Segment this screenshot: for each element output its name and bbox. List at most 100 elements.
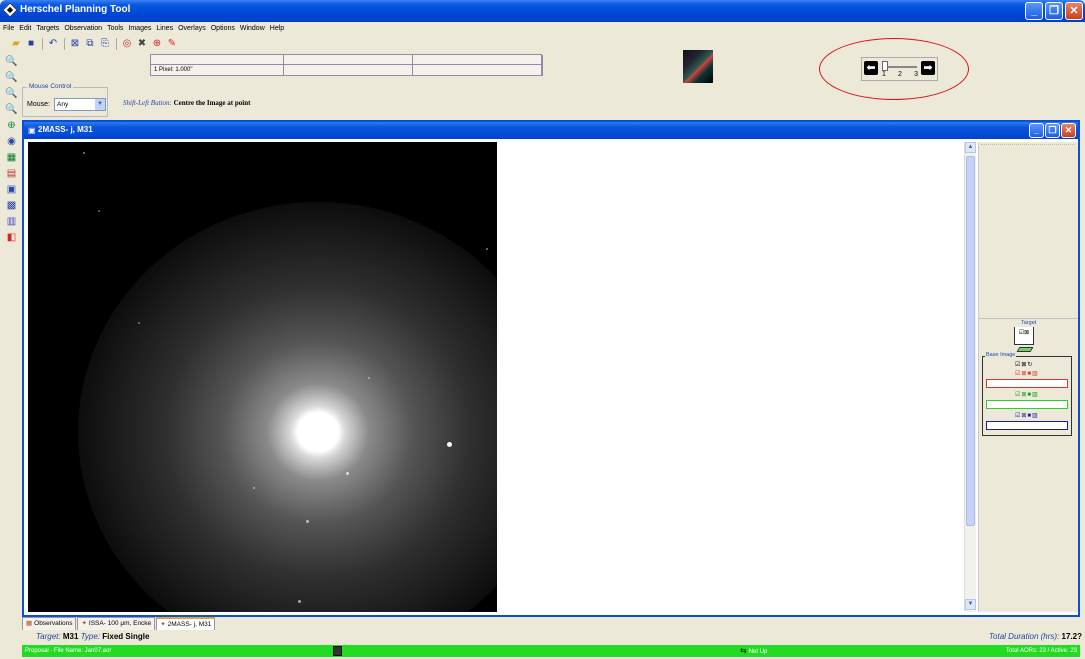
compass-icon[interactable]: ⊕ xyxy=(151,38,163,50)
duration-value: 17.2? xyxy=(1061,632,1082,641)
status-file: Proposal - File Name: Jan07.aor xyxy=(25,648,112,654)
maximize-button[interactable]: ❐ xyxy=(1045,2,1063,20)
menu-options[interactable]: Options xyxy=(211,25,235,32)
tab-observations[interactable]: ▦ Observations xyxy=(22,617,77,630)
menu-tools[interactable]: Tools xyxy=(107,25,123,32)
tab-2mass[interactable]: ✦ 2MASS- j, M31 xyxy=(156,617,216,630)
target-value: M31 xyxy=(62,632,79,641)
star xyxy=(368,377,370,379)
remove-icon[interactable]: ✖ xyxy=(136,38,148,50)
red-channel-field[interactable] xyxy=(986,379,1068,388)
menu-images[interactable]: Images xyxy=(128,25,151,32)
save-status-icon[interactable] xyxy=(333,646,342,656)
image-frame: ▣ 2MASS- j, M31 _ ❐ ✕ ▲ ▼ Target ☑⊠ Base… xyxy=(22,120,1080,617)
save-icon[interactable]: ■ xyxy=(25,38,37,50)
star xyxy=(298,600,301,603)
blue-channel-field[interactable] xyxy=(986,421,1068,430)
layer-panel: Target ☑⊠ Base Image ☑⊠↻ ☑⊠■▥ ☑⊠■▥ ☑⊠■▥ xyxy=(978,142,1078,612)
sky-image-m31[interactable] xyxy=(28,142,497,612)
info-panel: 1 Pixel: 1.000" xyxy=(150,54,543,76)
status-bar: Proposal - File Name: Jan07.aor ⇆ Net Up … xyxy=(22,645,1080,657)
highlight-ellipse xyxy=(819,38,969,100)
scroll-thumb[interactable] xyxy=(966,156,975,526)
info-cell xyxy=(284,65,413,76)
menu-file[interactable]: File xyxy=(3,25,14,32)
green-channel-controls[interactable]: ☑⊠■▥ xyxy=(1015,391,1039,399)
galaxy-glow xyxy=(78,202,497,612)
window-title: Herschel Planning Tool xyxy=(20,4,131,15)
network-text: Net Up xyxy=(748,649,768,655)
base-image-controls[interactable]: ☑⊠↻ xyxy=(1015,361,1033,369)
zoom-out-icon[interactable]: 🔍 xyxy=(5,71,18,84)
grid-icon[interactable]: ▦ xyxy=(5,151,18,164)
zoom-fit-icon[interactable]: 🔍 xyxy=(5,87,18,100)
vertical-scrollbar[interactable]: ▲ ▼ xyxy=(964,142,976,612)
menu-edit[interactable]: Edit xyxy=(19,25,31,32)
mouse-control-group: Mouse Control Mouse: Any ▼ xyxy=(22,83,108,117)
menu-overlays[interactable]: Overlays xyxy=(178,25,206,32)
network-icon: ⇆ xyxy=(740,646,747,655)
link-icon[interactable]: ✎ xyxy=(166,38,178,50)
target-summary: Target: M31 Type: Fixed Single xyxy=(36,632,149,641)
pixel-scale: 1 Pixel: 1.000" xyxy=(151,65,284,76)
blue-channel-controls[interactable]: ☑⊠■▥ xyxy=(1015,412,1039,420)
main-toolbar: ▰ ■ ↶ ⊠ ⧉ ⎘ ◎ ✖ ⊕ ✎ xyxy=(10,35,181,52)
star xyxy=(253,487,255,489)
menu-lines[interactable]: Lines xyxy=(156,25,173,32)
image-window-title: 2MASS- j, M31 xyxy=(38,125,93,134)
paste-icon[interactable]: ⎘ xyxy=(99,38,111,50)
minimize-button[interactable]: _ xyxy=(1025,2,1043,20)
tab-label: Observations xyxy=(34,620,73,627)
status-aor-count: Total AORs: 23 / Active: 23 xyxy=(1005,648,1077,654)
target-layer-swatch[interactable] xyxy=(1016,347,1034,352)
star xyxy=(486,248,488,250)
zoom-actual-icon[interactable]: 🔍 xyxy=(5,103,18,116)
overlay-icon[interactable]: ◧ xyxy=(5,231,18,244)
tab-issa[interactable]: ✦ ISSA- 100 μm, Encke xyxy=(77,617,156,630)
ruler-icon[interactable]: ▤ xyxy=(5,167,18,180)
layers-icon[interactable]: ▣ xyxy=(5,183,18,196)
scroll-up-icon[interactable]: ▲ xyxy=(965,142,976,153)
copy-icon[interactable]: ⧉ xyxy=(84,38,96,50)
star xyxy=(447,442,452,447)
menu-help[interactable]: Help xyxy=(270,25,284,32)
close-button[interactable]: ✕ xyxy=(1065,2,1083,20)
open-folder-icon[interactable]: ▰ xyxy=(10,38,22,50)
star xyxy=(83,152,85,154)
star xyxy=(138,322,140,324)
table-icon: ▦ xyxy=(26,620,33,627)
menu-targets[interactable]: Targets xyxy=(36,25,59,32)
image-icon: ✦ xyxy=(160,621,166,628)
image-thumbnail[interactable] xyxy=(683,50,713,83)
layer-controls: Target ☑⊠ Base Image ☑⊠↻ ☑⊠■▥ ☑⊠■▥ ☑⊠■▥ xyxy=(979,318,1078,612)
menu-observation[interactable]: Observation xyxy=(64,25,102,32)
type-value: Fixed Single xyxy=(102,632,150,641)
menu-window[interactable]: Window xyxy=(240,25,265,32)
target-icon[interactable]: ◎ xyxy=(121,38,133,50)
target-key: Target: xyxy=(36,632,61,641)
palette-icon[interactable]: ▥ xyxy=(5,215,18,228)
tab-label: ISSA- 100 μm, Encke xyxy=(88,620,152,627)
frame-close-button[interactable]: ✕ xyxy=(1061,123,1076,138)
crosshair-icon[interactable]: ⊕ xyxy=(5,119,18,132)
star xyxy=(346,472,349,475)
delete-target-icon[interactable]: ⊠ xyxy=(69,38,81,50)
info-icon[interactable]: ◉ xyxy=(5,135,18,148)
red-channel-controls[interactable]: ☑⊠■▥ xyxy=(1015,370,1039,378)
scroll-down-icon[interactable]: ▼ xyxy=(965,599,976,610)
frame-minimize-button[interactable]: _ xyxy=(1029,123,1044,138)
green-channel-field[interactable] xyxy=(986,400,1068,409)
title-bar[interactable]: Herschel Planning Tool _ ❐ ✕ xyxy=(0,0,1085,22)
target-layer-toggle[interactable]: ☑⊠ xyxy=(1014,327,1034,345)
image-frame-title-bar[interactable]: ▣ 2MASS- j, M31 _ ❐ ✕ xyxy=(24,122,1078,139)
total-duration: Total Duration (hrs): 17.2? xyxy=(989,632,1082,641)
duration-key: Total Duration (hrs): xyxy=(988,632,1060,641)
help-icon[interactable]: ▩ xyxy=(5,199,18,212)
info-cell xyxy=(413,65,543,76)
zoom-in-icon[interactable]: 🔍 xyxy=(5,55,18,68)
mouse-mode-select[interactable]: Any ▼ xyxy=(54,98,106,111)
undo-icon[interactable]: ↶ xyxy=(47,38,59,50)
frame-maximize-button[interactable]: ❐ xyxy=(1045,123,1060,138)
panel-divider xyxy=(981,144,1075,145)
chevron-down-icon[interactable]: ▼ xyxy=(95,99,105,110)
